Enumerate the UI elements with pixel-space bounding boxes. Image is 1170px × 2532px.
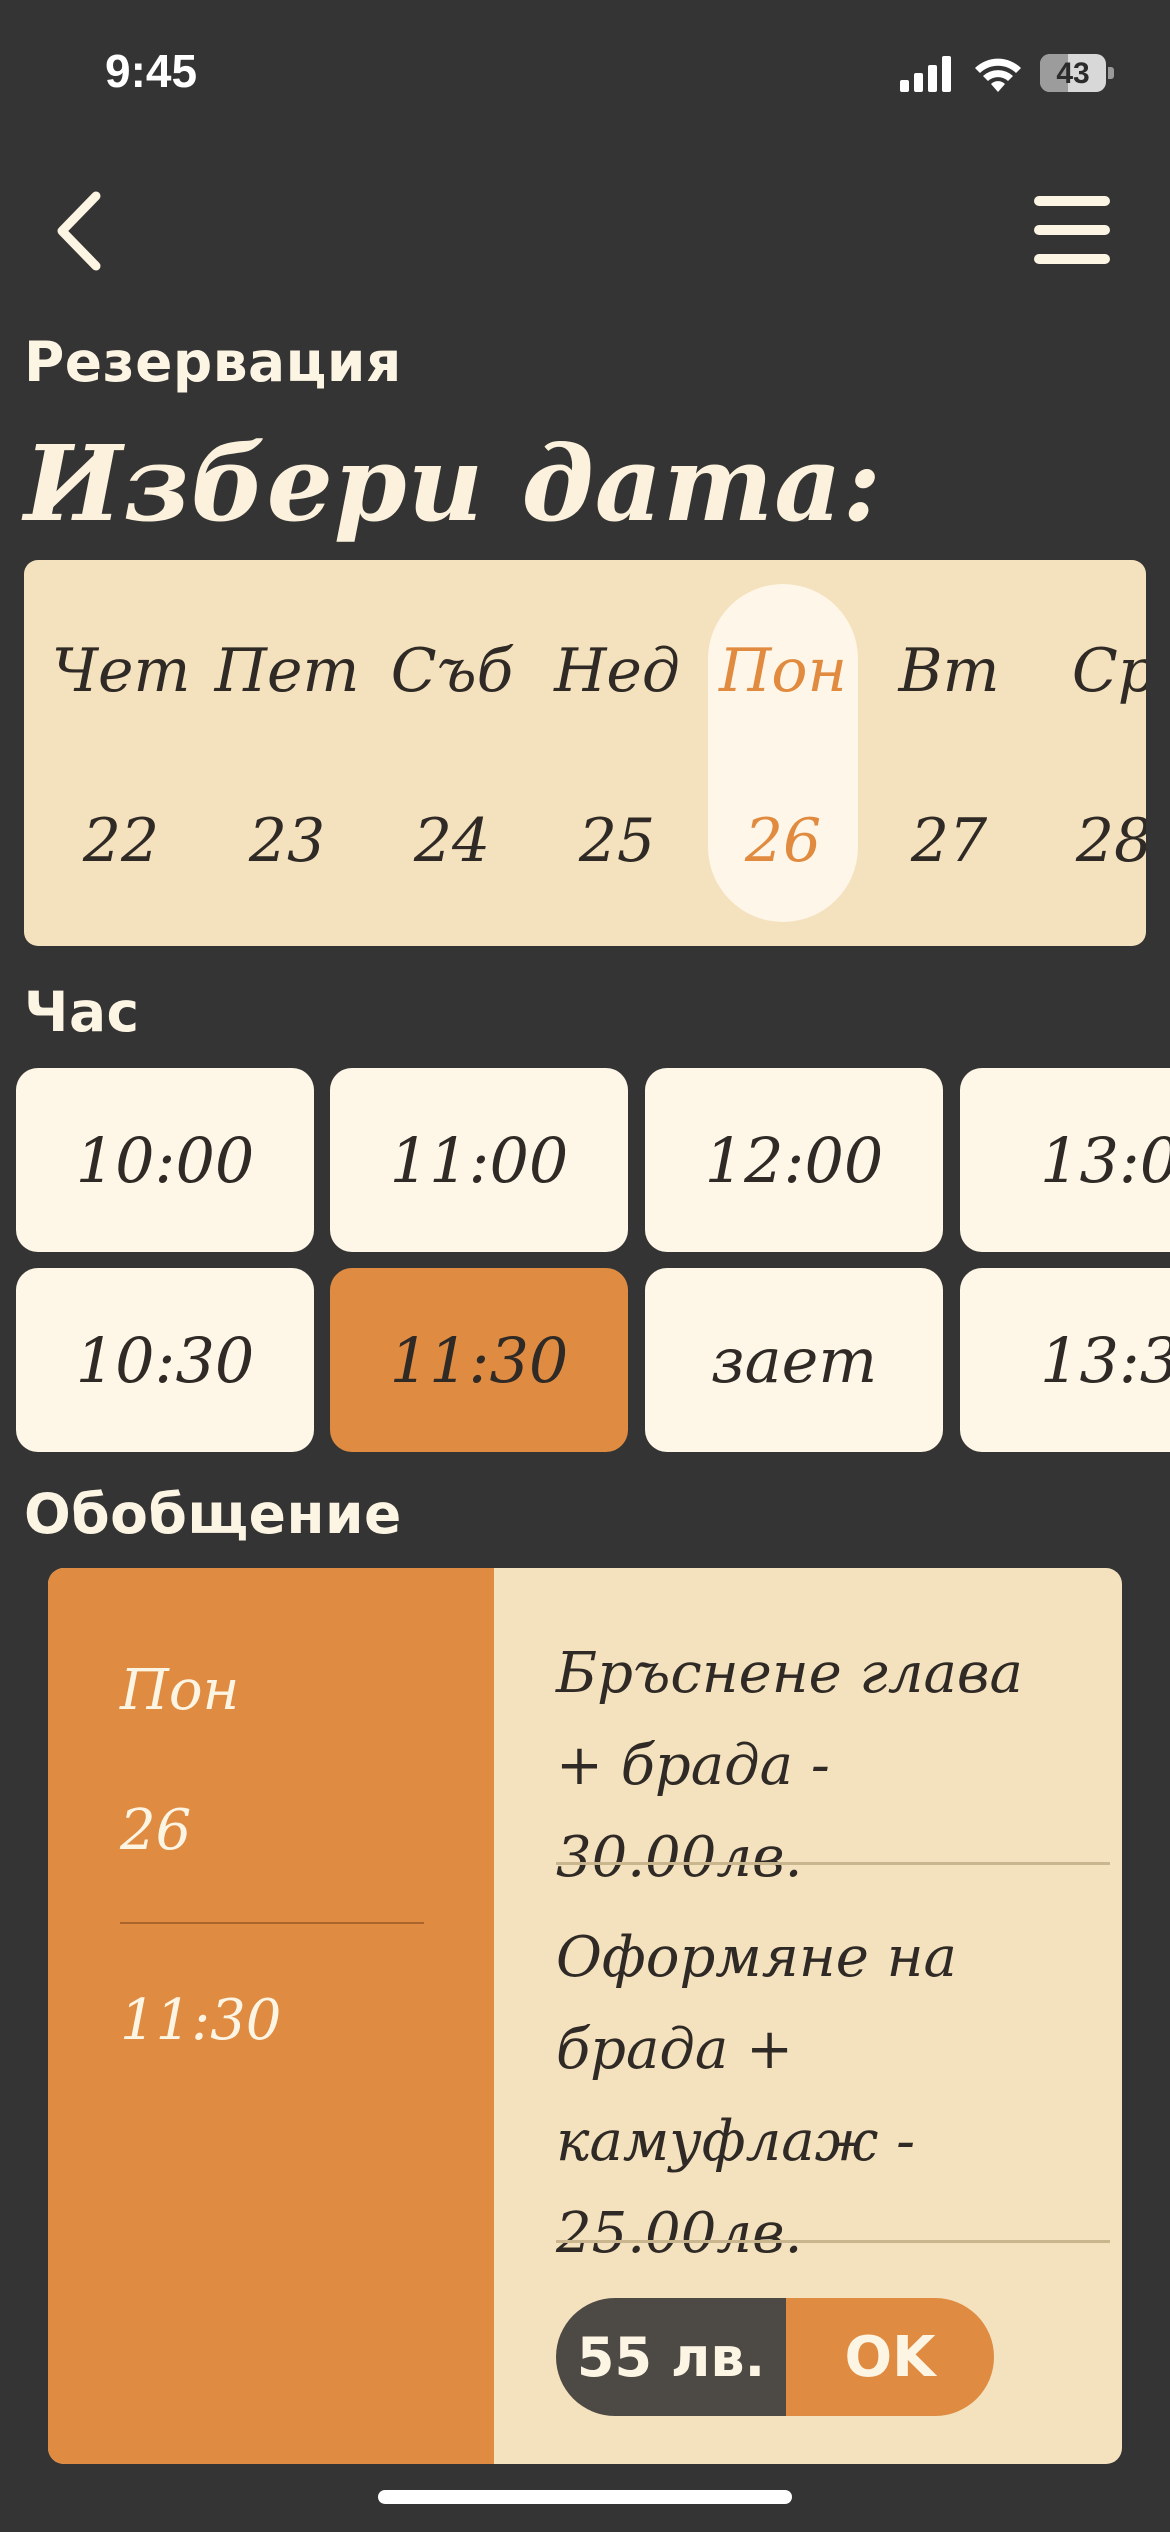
summary-datetime-panel: Пон 26 11:30 (48, 1568, 494, 2464)
divider (120, 1922, 424, 1924)
day-number: 25 (578, 806, 656, 876)
day-name: Пет (214, 636, 360, 706)
time-slot[interactable]: 13:00 (960, 1068, 1170, 1252)
day-name: Съб (390, 636, 514, 706)
cellular-signal-icon (900, 56, 951, 92)
time-slot[interactable]: 10:00 (16, 1068, 314, 1252)
date-item[interactable]: Вт 27 (874, 584, 1024, 922)
hamburger-menu-icon (1034, 196, 1110, 264)
day-number: 26 (744, 806, 822, 876)
battery-icon: 43 (1040, 54, 1106, 92)
home-indicator[interactable] (378, 2490, 792, 2504)
section-summary: Обобщение (24, 1482, 402, 1546)
back-button[interactable] (50, 186, 120, 276)
day-number: 27 (910, 806, 988, 876)
date-picker: Чет 22 Пет 23 Съб 24 Нед 25 Пон 26 Вт 27… (24, 560, 1146, 946)
service-item: Оформяне на брада + камуфлаж - 25.00лв. (556, 1925, 957, 2266)
day-number: 23 (248, 806, 326, 876)
summary-time: 11:30 (120, 1988, 282, 2053)
day-name: Чет (51, 636, 191, 706)
battery-tip (1108, 67, 1114, 79)
divider (556, 2240, 1110, 2243)
day-name: Пон (719, 636, 847, 706)
summary-card: Пон 26 11:30 Бръснене глава + брада - 30… (48, 1568, 1122, 2464)
divider (556, 1862, 1110, 1865)
battery-level: 43 (1056, 57, 1090, 90)
date-item[interactable]: Пет 23 (212, 584, 362, 922)
menu-button[interactable] (1030, 192, 1114, 268)
total-price: 55 лв. (556, 2298, 786, 2416)
status-time: 9:45 (105, 45, 198, 97)
day-number: 28 (1075, 806, 1146, 876)
day-number: 24 (413, 806, 491, 876)
time-slot-selected[interactable]: 11:30 (330, 1268, 628, 1452)
time-slot-busy: зает (645, 1268, 943, 1452)
summary-day: Пон (120, 1658, 240, 1723)
section-reservation: Резервация (24, 330, 402, 394)
day-number: 22 (82, 806, 160, 876)
time-slot[interactable]: 12:00 (645, 1068, 943, 1252)
date-item[interactable]: Ср 28 (1039, 584, 1146, 922)
time-slot[interactable]: 10:30 (16, 1268, 314, 1452)
date-item[interactable]: Чет 22 (46, 584, 196, 922)
status-icons: 43 (900, 50, 1120, 100)
wifi-icon (975, 58, 1021, 92)
day-name: Вт (898, 636, 1000, 706)
page-title: Избери дата: (24, 422, 882, 545)
time-slot[interactable]: 13:30 (960, 1268, 1170, 1452)
time-slot[interactable]: 11:00 (330, 1068, 628, 1252)
day-name: Нед (554, 636, 680, 706)
chevron-left-icon (57, 191, 101, 271)
date-item[interactable]: Нед 25 (542, 584, 692, 922)
date-item-selected[interactable]: Пон 26 (708, 584, 858, 922)
summary-date: 26 (120, 1798, 192, 1863)
day-name: Ср (1071, 636, 1146, 706)
total-pill: 55 лв. OK (556, 2298, 994, 2416)
date-item[interactable]: Съб 24 (377, 584, 527, 922)
section-hour: Час (24, 980, 140, 1044)
ok-button[interactable]: OK (786, 2298, 994, 2416)
